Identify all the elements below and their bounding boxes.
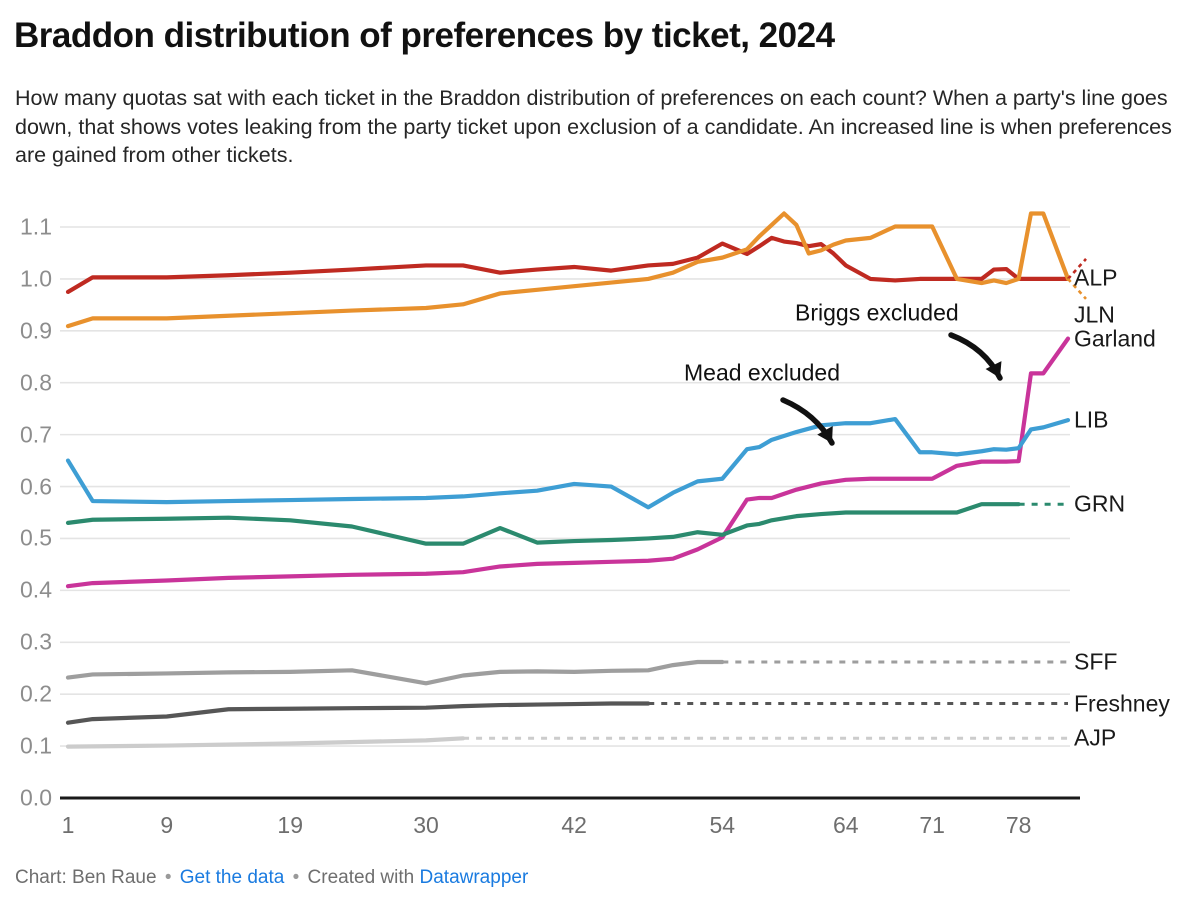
x-axis-tick-label: 42	[561, 812, 587, 838]
series-label-ajp: AJP	[1074, 724, 1117, 751]
y-axis-tick-label: 0.6	[20, 473, 52, 500]
y-axis-tick-label: 0.9	[20, 317, 52, 344]
footer-separator-2: •	[292, 867, 300, 888]
series-line-lib	[65, 416, 1071, 510]
series-line-sff	[65, 659, 725, 686]
chart-description: How many quotas sat with each ticket in …	[15, 86, 1172, 168]
y-axis-tick-label: 0.8	[20, 369, 52, 396]
datawrapper-link[interactable]: Datawrapper	[420, 867, 529, 888]
footer-credit: Chart: Ben Raue	[15, 867, 157, 888]
chart-page: Braddon distribution of preferences by t…	[0, 0, 1200, 913]
x-axis-tick-label: 9	[160, 812, 174, 838]
x-axis-tick-label: 54	[709, 812, 736, 838]
y-axis-tick-label: 1.1	[20, 213, 52, 240]
chart-footer: Chart: Ben Raue • Get the data • Created…	[15, 867, 528, 889]
get-the-data-link[interactable]: Get the data	[180, 867, 285, 888]
x-axis-tick-label: 64	[832, 812, 859, 838]
series-label-grn: GRN	[1074, 490, 1126, 517]
y-axis-tick-label: 0.2	[20, 680, 52, 707]
x-axis-tick-label: 19	[277, 812, 304, 838]
series-label-garland: Garland	[1074, 325, 1156, 352]
x-axis-tick-label: 78	[1005, 812, 1032, 838]
series-label-sff: SFF	[1074, 648, 1118, 675]
series-label-alp: ALP	[1074, 264, 1118, 291]
x-axis-tick-label: 1	[61, 812, 75, 838]
footer-created-with: Created with	[307, 867, 415, 888]
y-axis-tick-label: 0.0	[20, 784, 52, 811]
series-line-alp	[65, 235, 1071, 294]
annotation-briggs: Briggs excluded	[795, 299, 959, 326]
x-axis-tick-label: 30	[413, 812, 439, 838]
y-axis-tick-label: 1.0	[20, 265, 52, 292]
chart-title: Braddon distribution of preferences by t…	[14, 16, 835, 55]
y-axis-tick-label: 0.1	[20, 732, 52, 759]
y-axis-tick-label: 0.4	[20, 576, 52, 603]
series-line-garland	[65, 336, 1071, 589]
chart-svg	[60, 211, 1087, 800]
y-axis-tick-label: 0.3	[20, 628, 52, 655]
x-axis-tick-label: 71	[919, 812, 945, 838]
series-label-freshney: Freshney	[1074, 690, 1170, 717]
series-line-freshney	[65, 701, 651, 725]
y-axis-tick-label: 0.5	[20, 524, 52, 551]
chart-plot-area	[0, 200, 1200, 820]
series-label-lib: LIB	[1074, 406, 1109, 433]
annotation-mead: Mead excluded	[684, 359, 840, 386]
y-axis-tick-label: 0.7	[20, 421, 52, 448]
footer-separator-1: •	[164, 867, 172, 888]
